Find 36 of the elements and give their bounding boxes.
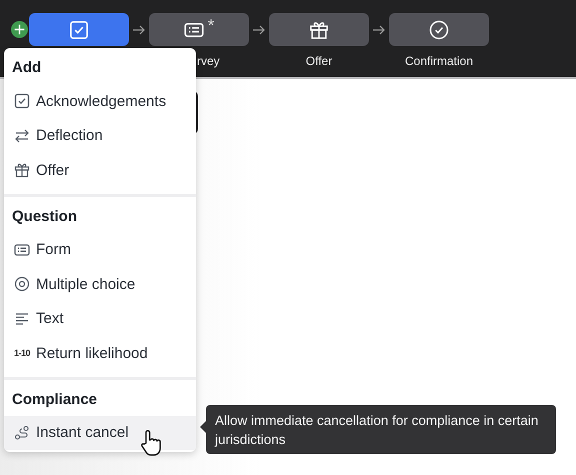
section-title: Compliance — [11, 390, 98, 410]
arrow-icon — [373, 25, 385, 35]
menu-item[interactable]: Text — [4, 302, 196, 336]
radio-icon — [14, 276, 30, 292]
step-button[interactable] — [29, 13, 129, 46]
gift-icon — [309, 20, 329, 40]
section-title: Add — [11, 58, 42, 78]
arrow-icon — [253, 25, 265, 35]
step-button[interactable] — [389, 13, 489, 46]
gift-icon — [14, 162, 30, 178]
menu-item[interactable]: 1-10 Return likelihood — [4, 336, 196, 370]
menu-item[interactable]: Multiple choice — [4, 267, 196, 302]
menu-item[interactable]: Acknowledgements — [4, 84, 196, 118]
text-lines-icon — [14, 310, 30, 327]
menu-item[interactable]: Deflection — [4, 118, 196, 153]
tooltip: Allow immediate cancellation for compliance in certain jurisdictions — [206, 405, 556, 454]
required-asterisk: * — [208, 16, 214, 36]
menu-item[interactable]: Instant cancel — [4, 416, 196, 450]
tooltip-pointer — [200, 421, 206, 433]
step-label: Confirmation — [404, 54, 474, 68]
swap-arrows-icon — [14, 128, 30, 144]
scale-icon: 1-10 — [14, 348, 30, 358]
checkbox-icon — [69, 20, 89, 40]
list-icon — [14, 242, 30, 258]
step-button[interactable]: * — [149, 13, 249, 46]
add-icon[interactable] — [11, 21, 28, 38]
section-title: Question — [11, 206, 78, 226]
checkbox-icon — [14, 93, 30, 110]
check-circle-icon — [429, 20, 449, 40]
route-icon — [14, 424, 30, 441]
step-label: rvey — [197, 54, 220, 68]
arrow-icon — [133, 25, 145, 35]
menu-item[interactable]: Offer — [4, 153, 196, 188]
step-label: Offer — [306, 54, 332, 68]
step-button[interactable] — [269, 13, 369, 46]
menu-item[interactable]: Form — [4, 232, 196, 267]
